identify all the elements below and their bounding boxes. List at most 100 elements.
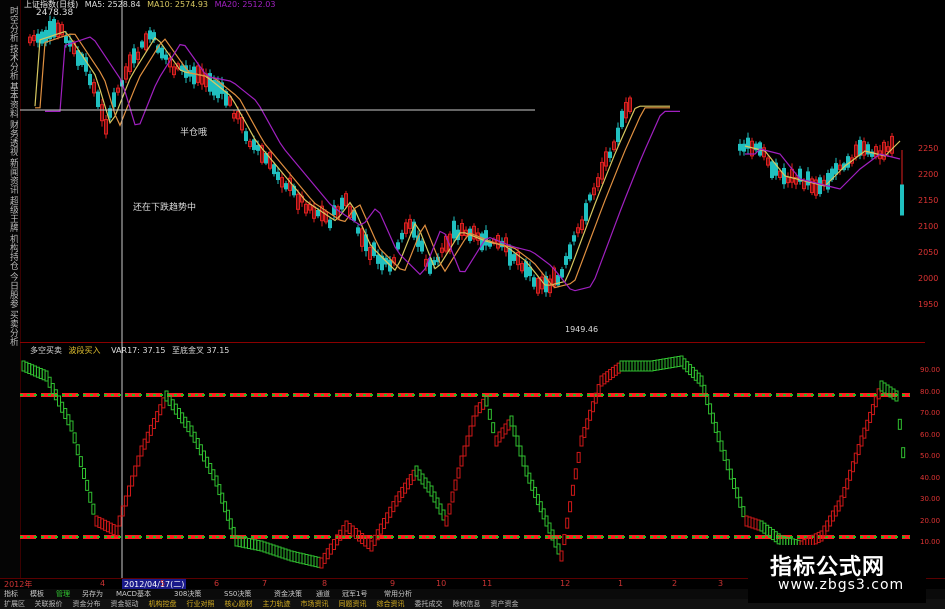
bottom-tab[interactable]: 核心题材: [225, 599, 253, 609]
indicator-bar: [509, 415, 514, 427]
indicator-bar: [322, 552, 327, 564]
bottom-tab[interactable]: 行业对照: [187, 599, 215, 609]
candle-body: [148, 30, 152, 40]
indicator-bar: [127, 485, 131, 497]
candle-body: [356, 227, 360, 234]
stock-chart-app: 时空分析 技术分析 基本资料 财务透视 新闻资讯 超级王牌 机构持仓 今日股参 买卖分析 上证指…: [0, 0, 945, 609]
indicator-axis-tick: 20.00: [920, 516, 941, 525]
candle-body: [818, 177, 822, 195]
indicator-bar: [559, 550, 564, 562]
indicator-bar: [142, 438, 147, 450]
bottom-tab[interactable]: 市场资讯: [301, 599, 329, 609]
candle-body: [140, 41, 144, 48]
indicator-bar: [710, 412, 715, 424]
indicator-tab[interactable]: MACD基本: [116, 589, 151, 599]
candle-body: [316, 209, 320, 217]
candle-body: [742, 143, 746, 152]
indicator-bar: [155, 411, 160, 423]
indicator-bar: [491, 422, 496, 434]
indicator-bar: [44, 370, 49, 382]
indicator-tab[interactable]: 模板: [30, 589, 44, 599]
price-axis-tick: 2150: [918, 196, 939, 205]
indicator-tab[interactable]: 资金决策: [274, 589, 302, 599]
indicator-tab[interactable]: 冠军1号: [342, 589, 367, 599]
bottom-tab[interactable]: 扩展区: [4, 599, 25, 609]
candle-body: [564, 256, 568, 265]
price-axis-tick: 2100: [918, 222, 939, 231]
time-tick: 7: [262, 579, 268, 588]
indicator-tab[interactable]: 管理: [56, 589, 70, 599]
indicator-tab[interactable]: 指标: [4, 589, 18, 599]
indicator-bar: [114, 525, 119, 537]
candle-body: [846, 156, 850, 168]
bottom-tab[interactable]: 资金分布: [73, 599, 101, 609]
candle-body: [132, 48, 136, 64]
indicator-tab[interactable]: 308决策: [174, 589, 201, 599]
indicator-bar: [487, 408, 492, 420]
indicator-bar: [518, 445, 523, 457]
candle-body: [284, 183, 288, 190]
candle-body: [36, 33, 40, 43]
indicator-bar: [570, 484, 575, 496]
indicator-bar: [484, 395, 489, 407]
indicator-bar: [515, 435, 520, 447]
indicator-bar: [133, 465, 138, 477]
indicator-bar: [189, 425, 194, 437]
price-axis-tick: 2250: [918, 144, 939, 153]
indicator-bar: [325, 548, 330, 560]
indicator-bar: [459, 455, 464, 467]
indicator-bar: [741, 506, 746, 518]
candle-body: [112, 92, 116, 107]
indicator-bar: [521, 455, 526, 467]
indicator-bar: [738, 496, 743, 508]
candle-body: [400, 232, 404, 240]
bottom-tab[interactable]: 资金驱动: [111, 599, 139, 609]
price-axis-tick: 2050: [918, 248, 939, 257]
indicator-bar: [350, 525, 355, 537]
indicator-bar: [347, 523, 352, 534]
indicator-tab[interactable]: 常用分析: [384, 589, 412, 599]
bottom-tab[interactable]: 除权信息: [453, 599, 481, 609]
bottom-tab[interactable]: 同题资讯: [339, 599, 367, 609]
indicator-tab[interactable]: 通道: [316, 589, 330, 599]
indicator-bar: [725, 459, 730, 471]
bottom-tab[interactable]: 委托成交: [415, 599, 443, 609]
candle-body: [584, 203, 588, 221]
candle-body: [858, 139, 862, 156]
bottom-tab[interactable]: 关联报价: [35, 599, 63, 609]
indicator-axis-tick: 30.00: [920, 495, 941, 503]
candle-body: [76, 50, 80, 66]
indicator-bar: [372, 534, 377, 546]
indicator-bar: [177, 408, 181, 419]
indicator-tab[interactable]: 另存为: [82, 589, 103, 599]
candle-body: [420, 240, 424, 252]
indicator-bar: [453, 479, 458, 491]
indicator-bar: [164, 390, 169, 402]
candle-body: [276, 171, 280, 181]
indicator-bar: [477, 402, 482, 414]
bottom-tab[interactable]: 综合资讯: [377, 599, 405, 609]
price-axis-tick: 2000: [918, 274, 939, 283]
indicator-tab[interactable]: SS0决策: [224, 589, 251, 599]
indicator-bar: [253, 539, 258, 551]
indicator-bar: [388, 506, 393, 518]
indicator-bar: [344, 520, 349, 532]
bottom-tab[interactable]: 资产资金: [491, 599, 519, 609]
candle-body: [620, 110, 624, 128]
indicator-bar: [447, 503, 452, 515]
indicator-bar: [728, 468, 733, 480]
indicator-bar: [78, 456, 83, 468]
time-tick: 8: [322, 579, 328, 588]
candle-body: [532, 277, 536, 287]
time-tick: 11: [482, 579, 493, 588]
indicator-bar: [732, 478, 736, 489]
indicator-bar: [130, 475, 135, 487]
bottom-tab[interactable]: 机构控盘: [149, 599, 177, 609]
indicator-bar: [198, 444, 203, 456]
indicator-bar: [120, 505, 125, 517]
candle-body: [608, 151, 612, 158]
bottom-tab[interactable]: 主力轨迹: [263, 599, 291, 609]
indicator-bar: [716, 431, 721, 443]
indicator-bar: [148, 424, 153, 436]
indicator-bar: [250, 538, 255, 550]
